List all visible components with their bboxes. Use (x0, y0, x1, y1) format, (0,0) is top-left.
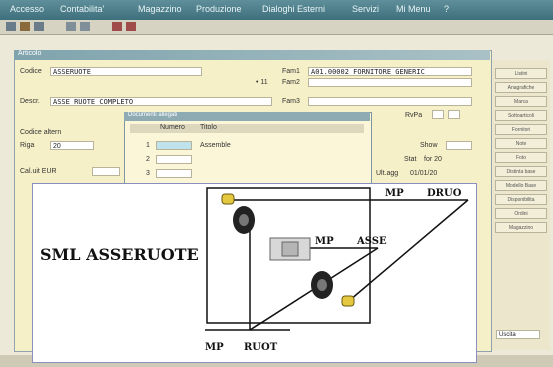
druo-diag (349, 199, 469, 301)
druo-label: DRUO (427, 188, 462, 199)
mp-druo-label: MP (385, 188, 404, 199)
mp-ruot-label: MP (205, 342, 224, 353)
bom-diagram-lines (205, 187, 469, 331)
wheel-top-icon (233, 206, 255, 234)
asse-label: ASSE (357, 236, 387, 247)
hub-top-icon (221, 193, 235, 205)
mp-asse-label: MP (315, 236, 334, 247)
axle-icon (269, 237, 311, 261)
ruot-label: RUOT (244, 342, 278, 353)
hub-bottom-icon (341, 295, 355, 307)
wheel-bottom-icon (311, 271, 333, 299)
